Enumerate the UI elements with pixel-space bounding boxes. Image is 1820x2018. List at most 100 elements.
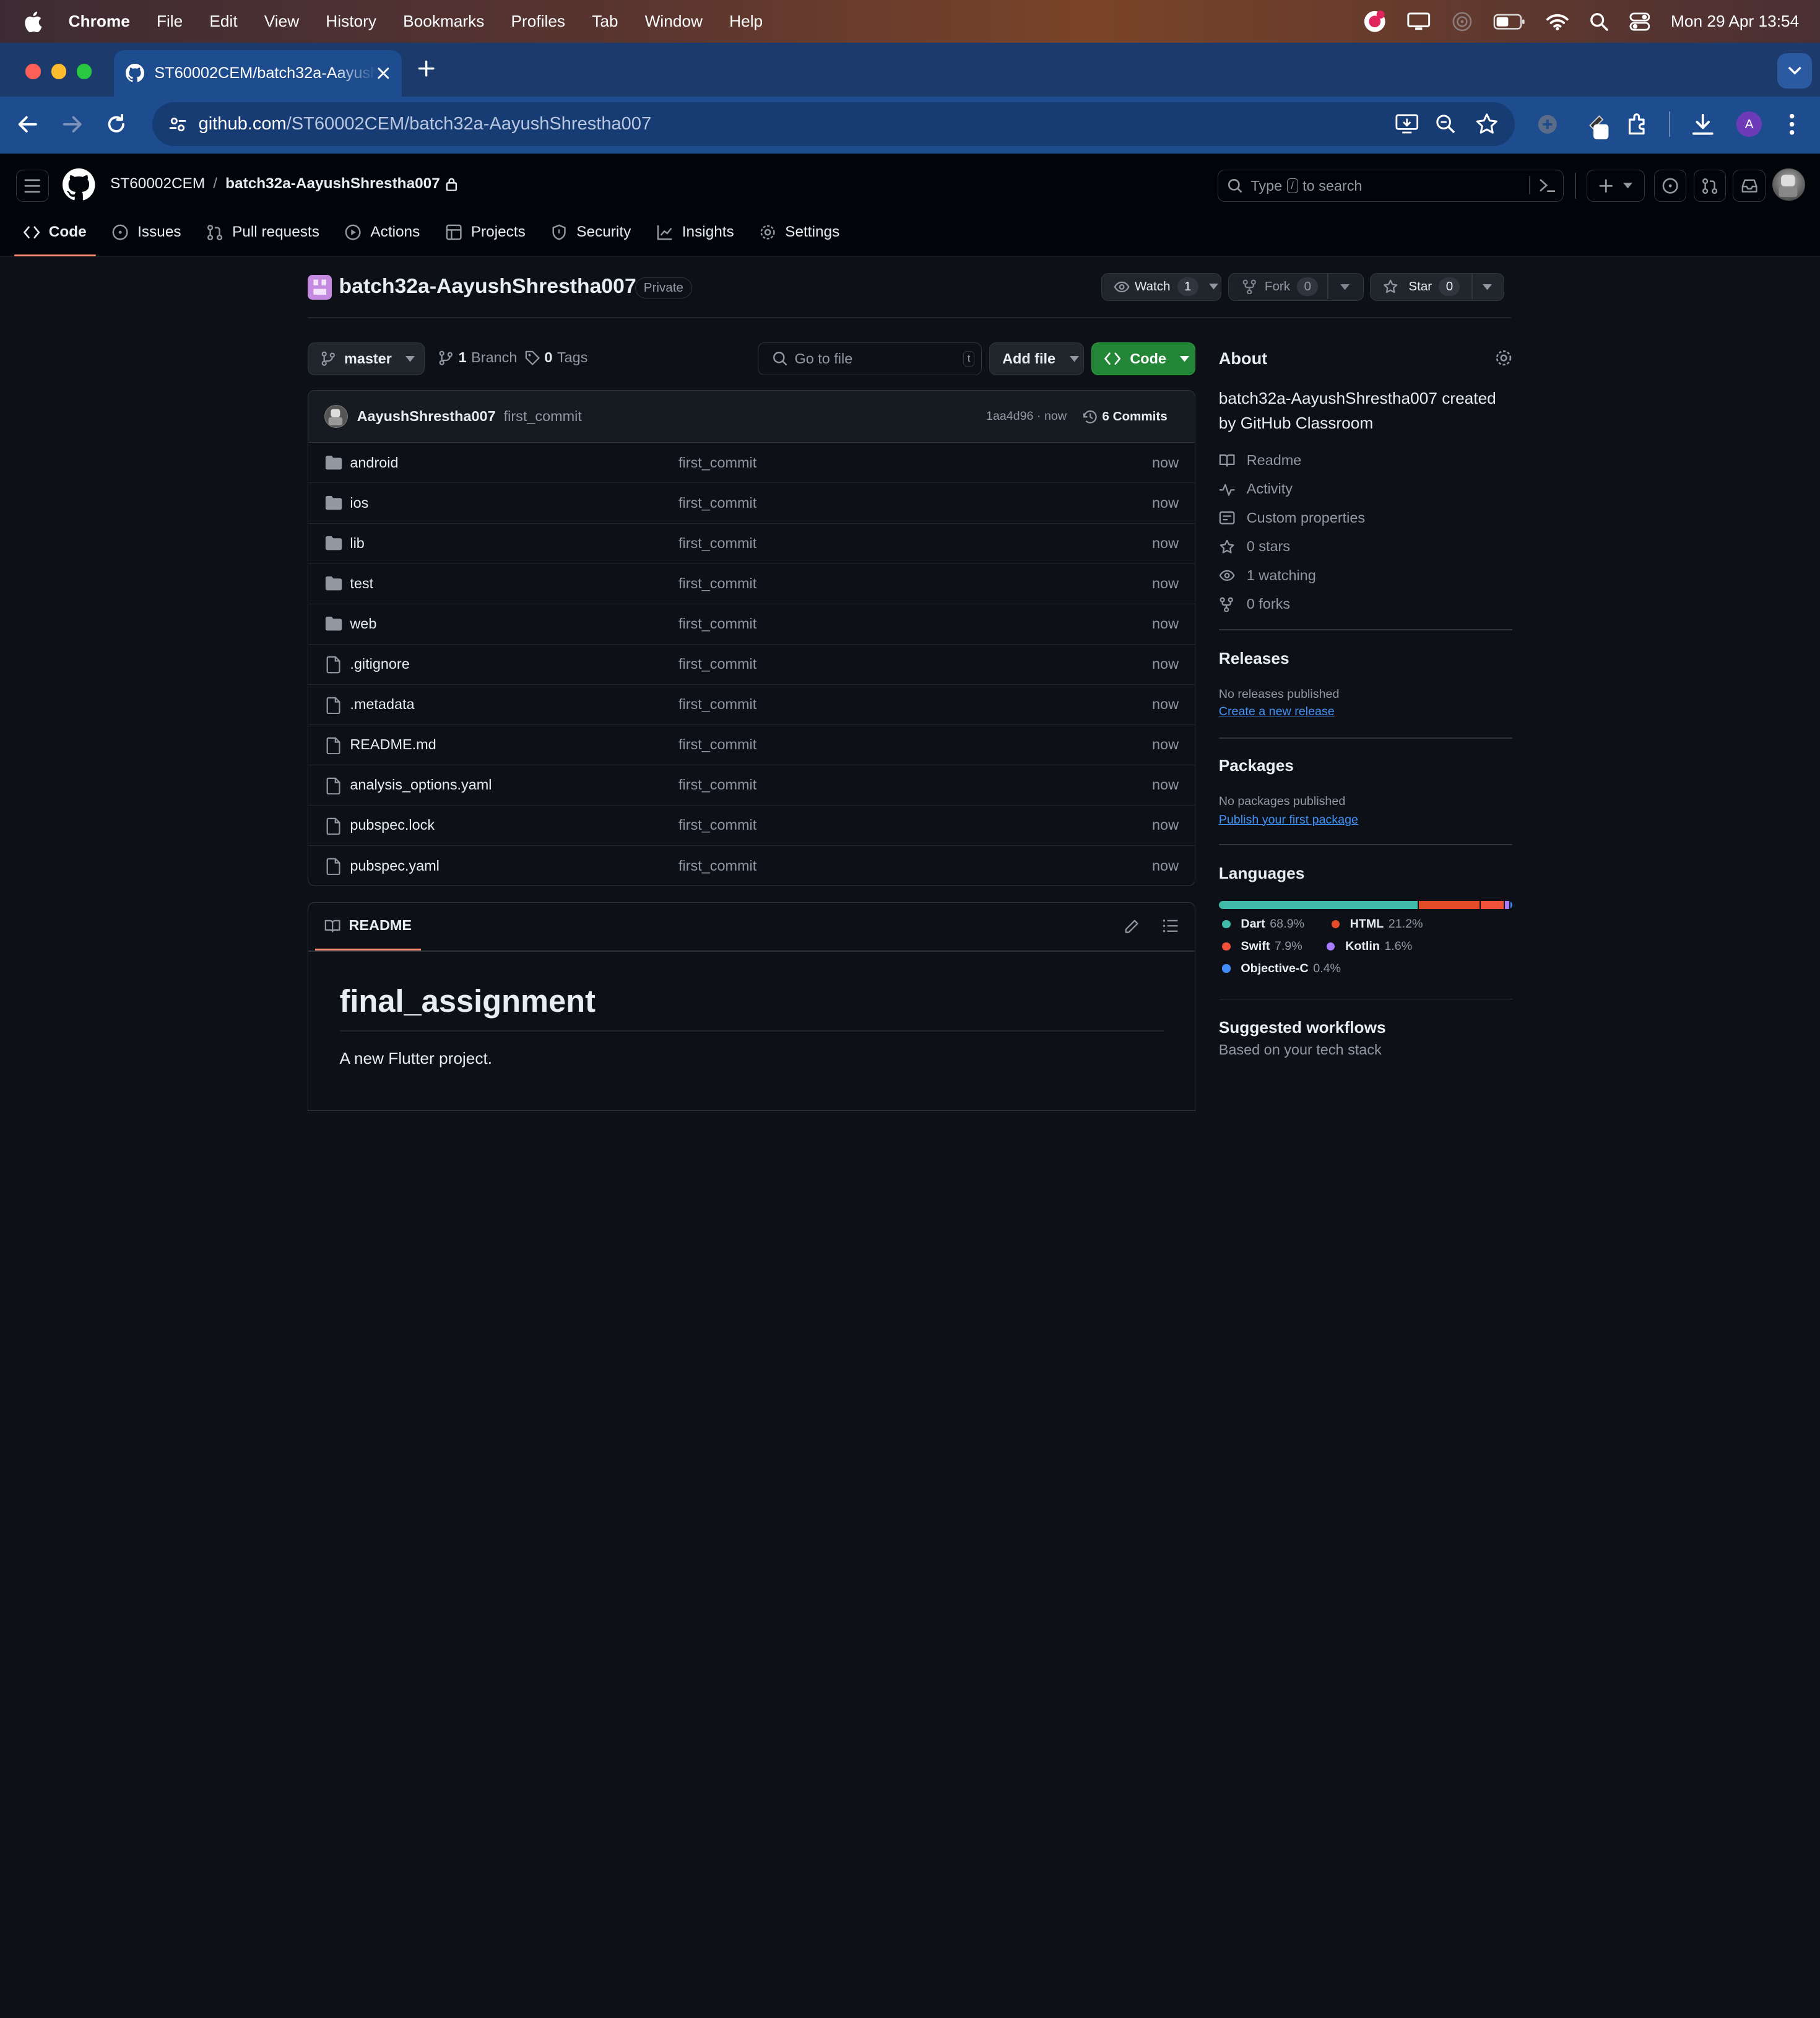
- language-bar-segment[interactable]: [1218, 901, 1418, 910]
- file-commit-message[interactable]: first_commit: [678, 454, 756, 471]
- commit-message[interactable]: first_commit: [504, 408, 582, 425]
- readme-link[interactable]: Readme: [1219, 446, 1512, 475]
- file-name[interactable]: pubspec.lock: [350, 817, 435, 833]
- breadcrumb-owner[interactable]: ST60002CEM: [110, 175, 205, 193]
- menu-view[interactable]: View: [264, 12, 299, 31]
- about-settings-gear-icon[interactable]: [1495, 349, 1512, 367]
- fork-button[interactable]: Fork 0: [1228, 272, 1364, 301]
- tab-search-button[interactable]: [1777, 53, 1812, 89]
- commits-link[interactable]: 6 Commits: [1083, 409, 1168, 424]
- forward-button[interactable]: [61, 113, 84, 136]
- forks-link[interactable]: 0 forks: [1219, 590, 1512, 619]
- extension-plus-icon[interactable]: [1536, 113, 1559, 136]
- file-commit-message[interactable]: first_commit: [678, 656, 756, 672]
- watch-button[interactable]: Watch 1: [1101, 272, 1221, 301]
- language-bar-segment[interactable]: [1510, 901, 1513, 910]
- menu-app-name[interactable]: Chrome: [69, 12, 130, 31]
- lang-kotlin[interactable]: Kotlin 1.6%: [1327, 939, 1412, 954]
- file-commit-message[interactable]: first_commit: [678, 575, 756, 592]
- file-name[interactable]: pubspec.yaml: [350, 858, 440, 874]
- tab-issues[interactable]: Issues: [103, 212, 191, 252]
- tab-projects[interactable]: Projects: [436, 212, 535, 252]
- extension-pen-icon[interactable]: [1584, 111, 1612, 142]
- file-row[interactable]: README.md first_commit now: [308, 725, 1195, 765]
- close-tab-icon[interactable]: [376, 66, 391, 80]
- file-name[interactable]: test: [350, 575, 373, 592]
- menu-file[interactable]: File: [157, 12, 183, 31]
- menu-window[interactable]: Window: [645, 12, 703, 31]
- menubar-clock[interactable]: Mon 29 Apr 13:54: [1671, 12, 1799, 31]
- battery-icon[interactable]: [1493, 14, 1526, 30]
- go-to-file-input[interactable]: Go to file t: [758, 342, 982, 375]
- user-avatar[interactable]: [1772, 168, 1805, 201]
- reload-button[interactable]: [105, 113, 128, 136]
- zoom-window-button[interactable]: [76, 64, 92, 79]
- new-tab-button[interactable]: [414, 56, 439, 81]
- site-info-icon[interactable]: [168, 115, 187, 134]
- pull-requests-shortcut-button[interactable]: [1693, 169, 1727, 202]
- create-release-link[interactable]: Create a new release: [1219, 705, 1335, 719]
- menu-edit[interactable]: Edit: [209, 12, 237, 31]
- menu-tab[interactable]: Tab: [592, 12, 618, 31]
- file-row[interactable]: web first_commit now: [308, 604, 1195, 645]
- install-app-icon[interactable]: [1395, 114, 1419, 135]
- status-app-icon[interactable]: [1363, 10, 1387, 33]
- file-row[interactable]: .metadata first_commit now: [308, 685, 1195, 725]
- breadcrumb-repo[interactable]: batch32a-AayushShrestha007: [225, 175, 440, 193]
- outline-list-icon[interactable]: [1163, 919, 1179, 933]
- lang-swift[interactable]: Swift 7.9%: [1222, 939, 1302, 954]
- file-commit-message[interactable]: first_commit: [678, 817, 756, 833]
- control-center-icon[interactable]: [1629, 12, 1650, 31]
- inbox-button[interactable]: [1733, 169, 1766, 202]
- menu-bookmarks[interactable]: Bookmarks: [403, 12, 484, 31]
- lang-dart[interactable]: Dart 68.9%: [1222, 917, 1304, 931]
- branches-link[interactable]: 1 Branch: [439, 349, 517, 366]
- stars-link[interactable]: 0 stars: [1219, 533, 1512, 562]
- file-commit-message[interactable]: first_commit: [678, 776, 756, 793]
- close-window-button[interactable]: [25, 64, 41, 79]
- file-name[interactable]: ios: [350, 495, 368, 511]
- file-name[interactable]: analysis_options.yaml: [350, 776, 492, 793]
- wifi-icon[interactable]: [1546, 13, 1569, 30]
- display-icon[interactable]: [1407, 12, 1431, 31]
- tab-pull-requests[interactable]: Pull requests: [197, 212, 329, 252]
- branch-selector[interactable]: master: [307, 342, 425, 375]
- file-name[interactable]: lib: [350, 535, 364, 552]
- repo-title[interactable]: batch32a-AayushShrestha007: [339, 274, 636, 298]
- file-row[interactable]: lib first_commit now: [308, 524, 1195, 564]
- tab-settings[interactable]: Settings: [750, 212, 849, 252]
- create-new-button[interactable]: [1587, 169, 1645, 202]
- code-download-button[interactable]: Code: [1091, 342, 1196, 375]
- file-name[interactable]: .metadata: [350, 696, 414, 713]
- commit-author-avatar[interactable]: [324, 404, 348, 428]
- watchers-link[interactable]: 1 watching: [1219, 561, 1512, 590]
- file-row[interactable]: analysis_options.yaml first_commit now: [308, 765, 1195, 806]
- language-bar-segment[interactable]: [1418, 901, 1480, 910]
- edit-readme-icon[interactable]: [1124, 919, 1139, 934]
- commit-author[interactable]: AayushShrestha007: [357, 408, 496, 425]
- tab-actions[interactable]: Actions: [336, 212, 429, 252]
- file-row[interactable]: pubspec.lock first_commit now: [308, 806, 1195, 846]
- spotlight-icon[interactable]: [1590, 12, 1608, 31]
- github-logo-icon[interactable]: [63, 168, 95, 201]
- file-commit-message[interactable]: first_commit: [678, 495, 756, 511]
- tags-link[interactable]: 0 Tags: [525, 349, 587, 366]
- apple-icon[interactable]: [24, 11, 42, 32]
- file-row[interactable]: test first_commit now: [308, 564, 1195, 604]
- lang-html[interactable]: HTML 21.2%: [1331, 917, 1423, 931]
- file-commit-message[interactable]: first_commit: [678, 736, 756, 753]
- file-commit-message[interactable]: first_commit: [678, 696, 756, 713]
- menu-profiles[interactable]: Profiles: [511, 12, 566, 31]
- lang-objective-c[interactable]: Objective-C 0.4%: [1222, 962, 1341, 976]
- global-search-input[interactable]: Type / to search: [1217, 169, 1564, 202]
- readme-tab[interactable]: README: [315, 903, 421, 950]
- file-row[interactable]: pubspec.yaml first_commit now: [308, 846, 1195, 885]
- file-name[interactable]: web: [350, 615, 376, 632]
- issues-shortcut-button[interactable]: [1653, 169, 1687, 202]
- menu-history[interactable]: History: [326, 12, 376, 31]
- airdrop-icon[interactable]: [1452, 11, 1473, 32]
- file-row[interactable]: .gitignore first_commit now: [308, 645, 1195, 685]
- releases-title[interactable]: Releases: [1219, 649, 1289, 668]
- tab-code[interactable]: Code: [14, 212, 97, 257]
- commit-hash-time[interactable]: 1aa4d96 · now: [986, 409, 1067, 424]
